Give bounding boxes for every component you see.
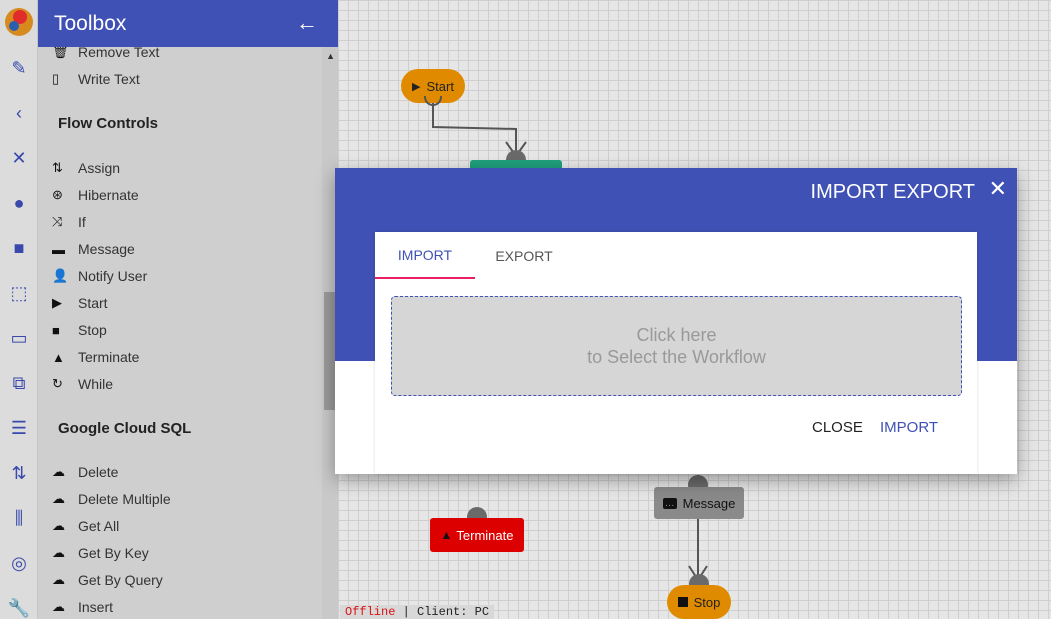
toolbox-item-label: While [78, 376, 114, 392]
toolbox-item-label: Start [78, 295, 108, 311]
stop-node[interactable]: Stop [667, 585, 731, 619]
loop-icon: ↻ [52, 376, 63, 391]
import-button[interactable]: IMPORT [880, 414, 938, 440]
cloud-icon: ☁ [52, 464, 65, 479]
import-export-dialog: IMPORT EXPORT ✕ IMPORT EXPORT Click here… [335, 168, 1017, 474]
toolbox-item-label: Delete Multiple [78, 491, 171, 507]
toolbox-item-label: Notify User [78, 268, 148, 284]
pencil-icon[interactable]: ✎ [0, 55, 38, 81]
tune-icon[interactable]: ⫼ [0, 505, 38, 531]
toolbox-panel: 🗑 Remove Text ▯ Write Text Flow Controls… [38, 47, 338, 619]
toolbox-item-label: Terminate [78, 349, 140, 365]
toolbox-title: Toolbox [54, 11, 127, 35]
shuffle-icon: ⤨ [52, 214, 63, 229]
sort-icon[interactable]: ⇅ [0, 460, 38, 486]
toolbox-item-get-by-key[interactable]: ☁ Get By Key [52, 543, 149, 563]
icon-rail: ✎ ‹ ✕ ● ■ ⬚ ▭ ⧉ ☰ ⇅ ⫼ ◎ 🔧 [0, 0, 38, 619]
toolbox-item-label: Write Text [78, 71, 140, 87]
toolbox-item-label: Insert [78, 599, 114, 615]
close-icon[interactable]: ✕ [0, 145, 38, 171]
message-icon: … [662, 497, 677, 509]
toolbox-item-label: Get By Key [78, 545, 149, 561]
toolbox-item-label: Message [78, 241, 135, 257]
chevron-left-icon[interactable]: ‹ [0, 100, 38, 126]
toolbox-item-label: Remove Text [78, 47, 160, 60]
stop-icon [677, 597, 688, 607]
toolbox-item-label: Get By Query [78, 572, 163, 588]
sync-icon[interactable]: ● [0, 190, 38, 216]
list-icon[interactable]: ☰ [0, 415, 38, 441]
workflow-file-dropzone[interactable]: Click here to Select the Workflow [391, 296, 962, 396]
play-icon: ▶ [52, 295, 62, 310]
toolbox-item-notify-user[interactable]: 👤 Notify User [52, 266, 147, 286]
dropzone-line-2: to Select the Workflow [587, 347, 766, 367]
arrow-left-icon[interactable]: ← [296, 10, 318, 36]
dialog-card: IMPORT EXPORT Click here to Select the W… [375, 232, 977, 474]
app-logo-icon [5, 8, 33, 36]
hibernate-icon: ⊛ [52, 187, 63, 202]
warning-icon: ▲ [440, 528, 453, 542]
toolbox-item-label: Delete [78, 464, 119, 480]
play-icon: ▶ [412, 80, 421, 93]
message-node[interactable]: … Message [654, 487, 744, 519]
toolbox-item-while[interactable]: ↻ While [52, 374, 113, 394]
select-icon[interactable]: ⬚ [0, 280, 38, 306]
terminate-node[interactable]: ▲ Terminate [430, 518, 524, 552]
toolbox-item-label: Assign [78, 160, 121, 176]
toolbox-item-label: Hibernate [78, 187, 139, 203]
toolbox-item-write-text[interactable]: ▯ Write Text [52, 69, 140, 89]
toolbox-item-hibernate[interactable]: ⊛ Hibernate [52, 185, 139, 205]
toolbox-item-label: Stop [78, 322, 107, 338]
toolbox-item-remove-text[interactable]: 🗑 Remove Text [52, 47, 159, 62]
scroll-up-icon[interactable]: ▲ [326, 51, 335, 61]
status-bar: Offline | Client: PC [340, 605, 495, 619]
close-icon[interactable]: ✕ [989, 176, 1007, 202]
tab-export[interactable]: EXPORT [475, 232, 573, 279]
trash-icon: 🗑 [52, 47, 69, 59]
start-node-label: Start [426, 78, 454, 94]
toolbox-item-terminate[interactable]: ▲ Terminate [52, 347, 139, 367]
offline-status: Offline [345, 605, 396, 619]
dialog-title: IMPORT EXPORT [810, 181, 975, 203]
tab-import[interactable]: IMPORT [375, 232, 475, 279]
cloud-icon: ☁ [52, 491, 65, 506]
toolbox-item-assign[interactable]: ⇅ Assign [52, 158, 120, 178]
save-icon[interactable]: ■ [0, 235, 38, 261]
terminate-node-label: Terminate [456, 527, 514, 543]
client-status: Client: PC [417, 605, 490, 619]
file-icon: ▯ [52, 71, 60, 86]
cloud-icon: ☁ [52, 545, 65, 560]
toolbox-item-delete-multiple[interactable]: ☁ Delete Multiple [52, 489, 171, 509]
toolbox-item-get-all[interactable]: ☁ Get All [52, 516, 119, 536]
palette-icon[interactable]: ◎ [0, 550, 38, 576]
dropzone-line-1: Click here [636, 325, 717, 345]
user-icon: 👤 [52, 268, 69, 283]
toolbox-item-message[interactable]: ▬ Message [52, 239, 135, 259]
toolbox-item-label: Get All [78, 518, 120, 534]
wrench-icon[interactable]: 🔧 [0, 595, 38, 619]
toolbox-item-stop[interactable]: ■ Stop [52, 320, 107, 340]
folder-icon[interactable]: ▭ [0, 325, 38, 351]
message-node-label: Message [682, 495, 736, 511]
open-external-icon[interactable]: ⧉ [0, 370, 38, 396]
assign-icon: ⇅ [52, 160, 63, 175]
toolbox-item-label: If [78, 214, 86, 230]
cloud-icon: ☁ [52, 599, 65, 614]
toolbox-item-if[interactable]: ⤨ If [52, 212, 86, 232]
warning-icon: ▲ [52, 349, 65, 365]
cloud-icon: ☁ [52, 518, 65, 533]
toolbox-item-delete[interactable]: ☁ Delete [52, 462, 118, 482]
section-heading-google-cloud-sql: Google Cloud SQL [58, 420, 192, 437]
section-heading-flow-controls: Flow Controls [58, 115, 158, 132]
toolbox-item-get-by-query[interactable]: ☁ Get By Query [52, 570, 163, 590]
toolbox-header: Toolbox ← [38, 0, 338, 47]
stop-icon: ■ [52, 322, 60, 338]
message-icon: ▬ [52, 241, 65, 257]
close-button[interactable]: CLOSE [812, 414, 863, 440]
status-separator: | [395, 605, 418, 619]
stop-node-label: Stop [693, 594, 721, 610]
toolbox-item-insert[interactable]: ☁ Insert [52, 597, 113, 617]
toolbox-item-start[interactable]: ▶ Start [52, 293, 108, 313]
cloud-icon: ☁ [52, 572, 65, 587]
